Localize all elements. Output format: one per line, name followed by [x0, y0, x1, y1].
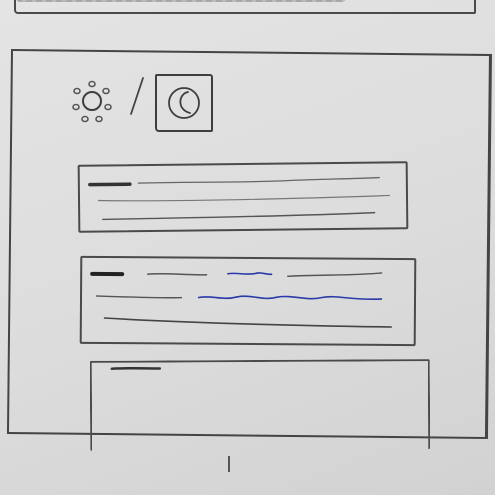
pencil-mark	[228, 456, 230, 472]
card-link-scribble	[227, 272, 273, 276]
card-text-scribble	[98, 194, 391, 202]
content-card-1[interactable]	[77, 161, 409, 233]
pencil-smudge	[16, 0, 346, 2]
sun-icon	[72, 80, 112, 123]
card-link-scribble	[197, 295, 383, 301]
card-3-text-scribbles	[110, 366, 162, 371]
card-text-scribble	[147, 272, 208, 276]
dark-theme-button[interactable]	[155, 74, 213, 132]
card-text-scribble	[96, 295, 183, 299]
previous-sketch-frame	[14, 0, 476, 14]
content-card-2[interactable]	[79, 255, 417, 347]
card-text-scribble	[137, 176, 380, 184]
content-card-3[interactable]	[89, 359, 431, 451]
card-title-scribble	[110, 366, 162, 371]
paper-background	[0, 0, 495, 495]
light-theme-button[interactable]	[67, 76, 117, 126]
toggle-divider	[130, 77, 144, 115]
moon-icon	[168, 87, 200, 119]
card-text-scribble	[287, 272, 383, 277]
card-text-scribble	[103, 317, 392, 328]
card-text-scribble	[102, 211, 376, 221]
card-2-text-scribbles	[90, 271, 392, 328]
card-1-text-scribbles	[88, 176, 391, 221]
